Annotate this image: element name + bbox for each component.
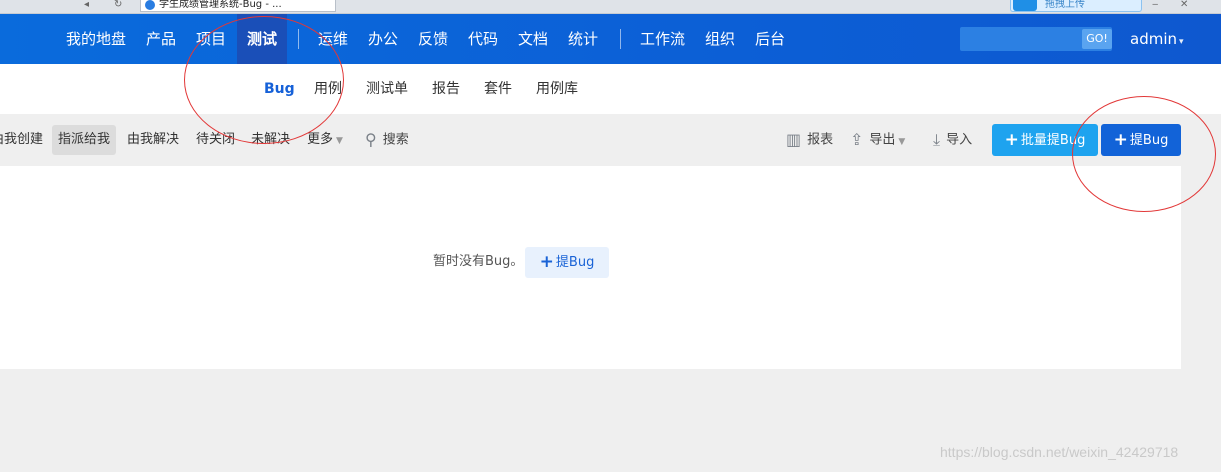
- tab-bug[interactable]: Bug: [264, 64, 295, 114]
- window-minimize-button[interactable]: ‒: [1152, 0, 1158, 12]
- upload-logo-icon: [1013, 0, 1037, 11]
- tab-cases[interactable]: 用例: [314, 64, 342, 114]
- import-label: 导入: [946, 132, 973, 148]
- window-close-button[interactable]: ✕: [1180, 0, 1188, 12]
- nav-item-dashboard[interactable]: 我的地盘: [66, 14, 126, 64]
- main-nav: 我的地盘 产品 项目 测试 运维 办公 反馈 代码 文档 统计 工作流 组织 后…: [0, 14, 1221, 64]
- nav-item-project[interactable]: 项目: [196, 14, 226, 64]
- tab-caselib[interactable]: 用例库: [536, 64, 578, 114]
- browser-refresh-icon[interactable]: ↻: [114, 0, 122, 12]
- nav-item-org[interactable]: 组织: [705, 14, 735, 64]
- bug-list-panel: 暂时没有Bug。 + 提Bug: [0, 166, 1181, 369]
- create-bug-label: 提Bug: [1129, 133, 1169, 148]
- tab-suite[interactable]: 套件: [484, 64, 512, 114]
- bug-toolbar: 由我创建 指派给我 由我解决 待关闭 未解决 更多▼ ⚲搜索 ▥报表 ⇪导出▼ …: [0, 114, 1221, 166]
- create-bug-button[interactable]: + 提Bug: [1101, 124, 1181, 156]
- browser-tab-strip: ◂ ↻ 学生成绩管理系统-Bug - ... 拖拽上传 ‒ ✕: [0, 0, 1221, 14]
- plus-icon: +: [1004, 130, 1019, 150]
- chevron-down-icon: ▾: [1179, 37, 1184, 47]
- nav-item-office[interactable]: 办公: [368, 14, 398, 64]
- search-icon: ⚲: [365, 130, 377, 149]
- browser-back-icon[interactable]: ◂: [84, 0, 89, 12]
- empty-create-bug-label: 提Bug: [555, 255, 595, 270]
- export-label: 导出: [869, 132, 896, 148]
- nav-item-test[interactable]: 测试: [237, 14, 288, 64]
- empty-state-text: 暂时没有Bug。: [433, 254, 524, 269]
- drag-upload-label: 拖拽上传: [1045, 0, 1085, 10]
- tab-testtask[interactable]: 测试单: [366, 64, 408, 114]
- nav-item-admin[interactable]: 后台: [755, 14, 785, 64]
- batch-create-bug-button[interactable]: + 批量提Bug: [992, 124, 1098, 156]
- nav-item-stats[interactable]: 统计: [568, 14, 598, 64]
- tab-report[interactable]: 报告: [432, 64, 460, 114]
- user-menu[interactable]: admin ▾: [1130, 14, 1184, 64]
- nav-item-workflow[interactable]: 工作流: [640, 14, 685, 64]
- plus-icon: +: [1113, 130, 1128, 150]
- filter-more-label: 更多: [307, 132, 334, 147]
- search-go-button[interactable]: GO!: [1082, 29, 1112, 49]
- nav-item-product[interactable]: 产品: [146, 14, 176, 64]
- nav-divider: [620, 29, 621, 49]
- import-button[interactable]: ⤓ 导入: [933, 125, 972, 155]
- favicon-icon: [145, 0, 155, 10]
- export-icon: ⇪: [850, 130, 864, 149]
- sub-nav: Bug 用例 测试单 报告 套件 用例库: [0, 64, 1221, 114]
- import-icon: ⤓: [933, 130, 941, 149]
- watermark-text: https://blog.csdn.net/weixin_42429718: [940, 444, 1179, 460]
- empty-create-bug-button[interactable]: + 提Bug: [525, 247, 609, 278]
- browser-tab[interactable]: 学生成绩管理系统-Bug - ...: [140, 0, 336, 12]
- filter-more[interactable]: 更多 ▼: [301, 125, 349, 155]
- search-label: 搜索: [382, 132, 409, 148]
- batch-create-bug-label: 批量提Bug: [1020, 133, 1086, 148]
- search-toggle[interactable]: ⚲ 搜索: [365, 125, 409, 155]
- export-button[interactable]: ⇪ 导出 ▼: [850, 125, 905, 155]
- nav-item-docs[interactable]: 文档: [518, 14, 548, 64]
- report-label: 报表: [807, 132, 834, 148]
- chevron-down-icon: ▼: [336, 136, 343, 146]
- global-search-input[interactable]: [960, 27, 1080, 51]
- filter-resolved-by-me[interactable]: 由我解决: [121, 125, 185, 155]
- chevron-down-icon: ▼: [898, 136, 906, 147]
- drag-upload-button[interactable]: 拖拽上传: [1010, 0, 1142, 12]
- filter-to-close[interactable]: 待关闭: [190, 125, 241, 155]
- nav-item-feedback[interactable]: 反馈: [418, 14, 448, 64]
- filter-opened-by-me[interactable]: 由我创建: [0, 125, 49, 155]
- report-button[interactable]: ▥ 报表: [786, 125, 833, 155]
- plus-icon: +: [539, 252, 554, 272]
- nav-item-ops[interactable]: 运维: [318, 14, 348, 64]
- bar-chart-icon: ▥: [786, 130, 802, 149]
- nav-divider: [298, 29, 299, 49]
- filter-assigned-to-me[interactable]: 指派给我: [52, 125, 117, 155]
- user-name: admin: [1130, 30, 1177, 48]
- browser-tab-title: 学生成绩管理系统-Bug - ...: [159, 0, 282, 10]
- nav-item-code[interactable]: 代码: [468, 14, 498, 64]
- filter-unresolved[interactable]: 未解决: [245, 125, 296, 155]
